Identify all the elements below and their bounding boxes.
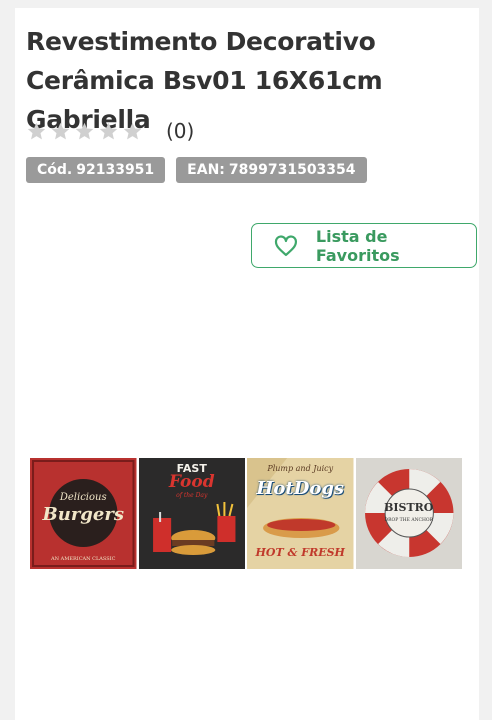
tile-hotdogs-line1: Plump and Juicy (267, 464, 334, 473)
rating-row[interactable]: (0) (26, 118, 194, 144)
tile-fast-food: FAST Food of the Day (138, 458, 245, 569)
ean-value: 7899731503354 (228, 162, 356, 178)
star-icon (27, 122, 46, 139)
tile-bistro: BISTRO DROP THE ANCHOR (355, 458, 462, 569)
product-image[interactable]: Delicious Burgers AN AMERICAN CLASSIC FA… (30, 458, 462, 569)
favorites-label: Lista de Favoritos (315, 226, 400, 265)
sku-label: Cód. (37, 162, 73, 178)
heart-outline-icon (274, 234, 297, 256)
tile-burgers: Delicious Burgers AN AMERICAN CLASSIC (30, 458, 137, 569)
tile-burgers-line2: Burgers (42, 504, 124, 525)
review-count[interactable]: (0) (166, 119, 194, 143)
star-rating[interactable] (26, 121, 143, 142)
star-icon (75, 122, 94, 139)
tile-burgers-line3: AN AMERICAN CLASSIC (51, 556, 116, 562)
tile-hotdogs-line2: HotDogs (256, 478, 345, 499)
tile-fast-food-line2: Food (168, 472, 215, 492)
tile-fast-food-line3: of the Day (176, 492, 208, 499)
tile-bistro-line1: BISTRO (384, 501, 434, 514)
tile-burgers-line1: Delicious (59, 492, 107, 503)
tile-hotdogs-line3: HOT & FRESH (255, 546, 345, 559)
sku-value: 92133951 (76, 162, 155, 178)
tile-hotdogs: Plump and Juicy HotDogs HOT & FRESH (247, 458, 354, 569)
sku-badge: Cód. 92133951 (26, 157, 166, 183)
star-icon (51, 122, 70, 139)
tile-bistro-line2: DROP THE ANCHOR (384, 518, 433, 523)
star-icon (123, 122, 142, 139)
add-to-favorites-button[interactable]: Lista de Favoritos (251, 223, 477, 268)
product-codes: Cód. 92133951 EAN: 7899731503354 (26, 157, 367, 183)
ean-label: EAN: (187, 162, 225, 178)
star-icon (99, 122, 118, 139)
product-card: Revestimento Decorativo Cerâmica Bsv01 1… (15, 8, 479, 720)
ean-badge: EAN: 7899731503354 (176, 157, 367, 183)
